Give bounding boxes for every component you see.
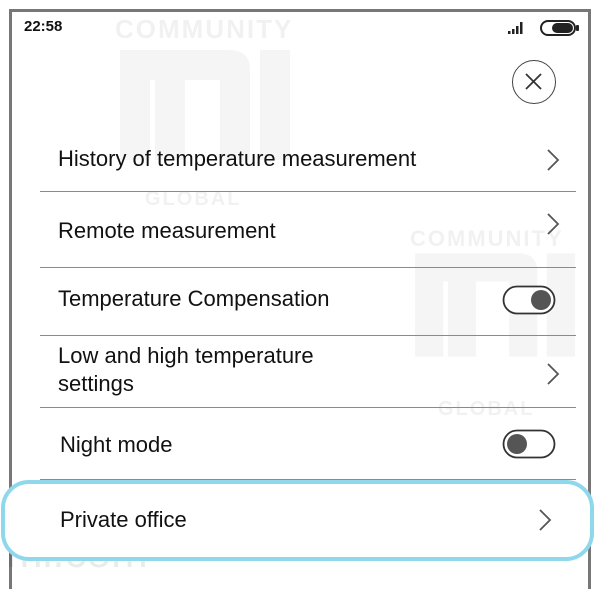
menu-item-history-of-temperature-measurement[interactable]: History of temperature measurement <box>40 126 576 192</box>
night-mode-toggle[interactable] <box>502 429 556 459</box>
battery-icon <box>540 20 579 36</box>
chevron-right-icon <box>547 149 560 171</box>
menu-item-label: Temperature Compensation <box>58 286 330 311</box>
clock-time: 22:58 <box>24 18 63 35</box>
menu-item-label: Private office <box>60 507 187 532</box>
menu-item-temperature-compensation: Temperature Compensation <box>40 268 576 336</box>
menu-item-private-office[interactable]: Private office <box>1 480 594 561</box>
menu-item-label: History of temperature measurement <box>58 146 417 171</box>
menu-item-low-and-high-temperature-settings[interactable]: Low and high temperature settings <box>40 336 576 408</box>
status-bar: 22:58 <box>24 16 584 42</box>
menu-item-label: Low and high temperature settings <box>58 343 314 396</box>
menu-item-label: Night mode <box>60 432 173 457</box>
close-icon <box>525 73 542 90</box>
chevron-right-icon <box>547 363 560 385</box>
signal-bars-icon <box>508 22 523 34</box>
menu-item-label: Remote measurement <box>58 218 276 243</box>
chevron-right-icon <box>539 509 552 531</box>
close-button[interactable] <box>512 60 556 104</box>
chevron-right-icon <box>547 213 560 235</box>
temperature-compensation-toggle[interactable] <box>502 285 556 315</box>
menu-item-night-mode: Night mode <box>40 408 576 480</box>
menu-item-remote-measurement[interactable]: Remote measurement <box>40 192 576 268</box>
